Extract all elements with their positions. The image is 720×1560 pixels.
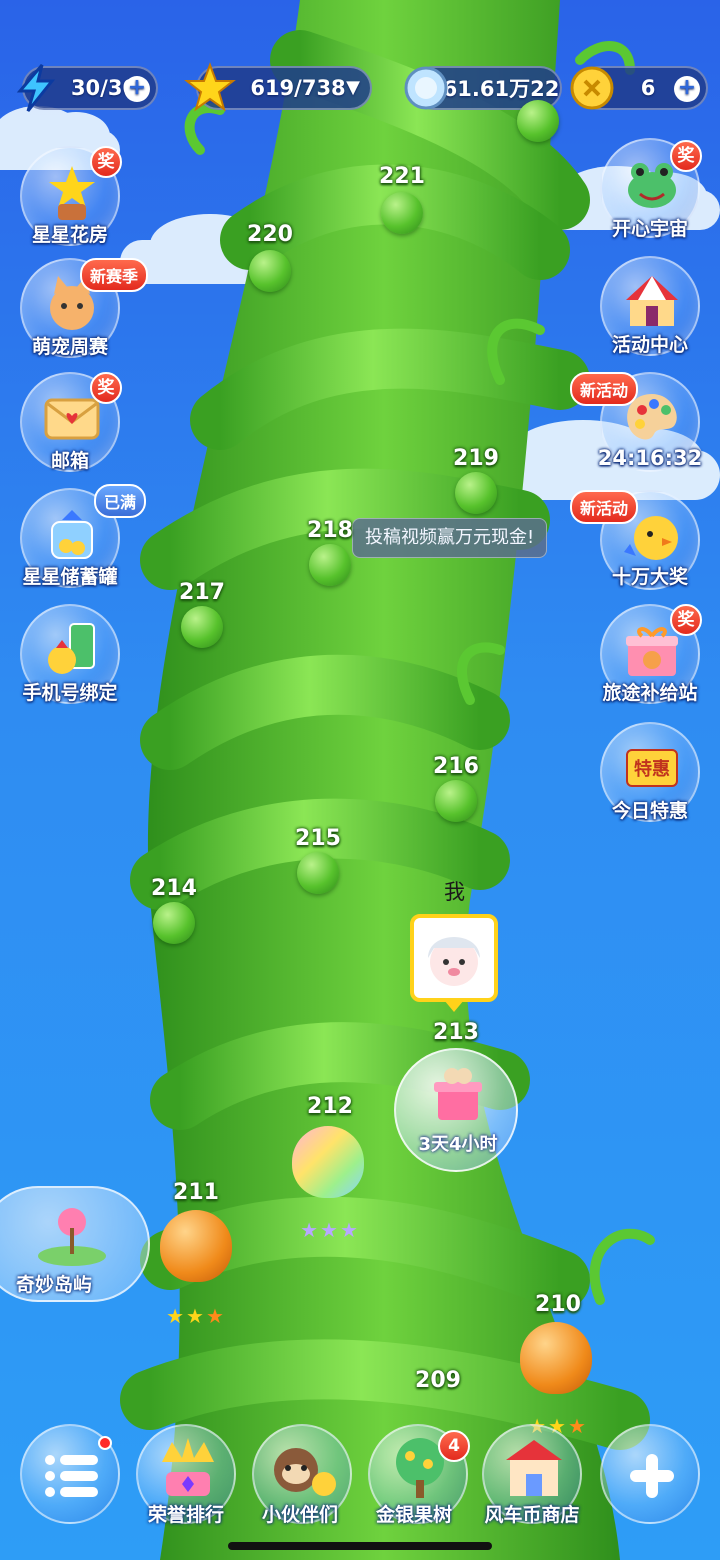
player-name: 我 <box>444 880 465 904</box>
expand-button[interactable] <box>600 1424 700 1524</box>
star-value: 619/738 <box>250 76 346 100</box>
plus-icon <box>630 1454 674 1498</box>
gift-pot-icon <box>434 1068 482 1120</box>
island-label: 奇妙岛屿 <box>16 1274 93 1296</box>
activity-center-label: 活动中心 <box>611 334 688 356</box>
level-node[interactable] <box>435 780 477 822</box>
reward-badge: 奖 <box>90 372 122 404</box>
level-label: 215 <box>295 826 341 851</box>
level-label: 209 <box>415 1368 461 1393</box>
level-label: 214 <box>151 876 197 901</box>
orange-fruit-node[interactable] <box>160 1210 232 1282</box>
level-node[interactable] <box>297 852 339 894</box>
level-node[interactable] <box>455 472 497 514</box>
level-label: 217 <box>179 580 225 605</box>
level-node[interactable] <box>181 606 223 648</box>
phone-icon <box>48 623 95 674</box>
notification-dot <box>98 1436 112 1450</box>
reward-badge: 奖 <box>90 146 122 178</box>
island-icon <box>38 1208 106 1266</box>
reward-badge: 奖 <box>670 140 702 172</box>
new-activity-badge: 新活动 <box>570 490 639 524</box>
avatar-icon <box>428 937 480 986</box>
level-label: 216 <box>433 754 479 779</box>
crown-icon <box>162 1438 214 1496</box>
level-node[interactable] <box>249 250 291 292</box>
chevron-down-icon[interactable]: ▼ <box>346 77 360 98</box>
phone-bind-label: 手机号绑定 <box>22 682 118 704</box>
mailbox-label: 邮箱 <box>50 450 89 472</box>
raccoon-icon <box>274 1448 336 1496</box>
player-avatar[interactable] <box>410 914 498 1002</box>
full-badge: 已满 <box>94 484 147 518</box>
main-menu-button[interactable] <box>20 1424 120 1524</box>
windmill-shop-label: 风车币商店 <box>484 1504 580 1526</box>
circus-tent-icon <box>626 276 678 326</box>
pet-weekly-label: 萌宠周赛 <box>31 336 108 358</box>
orange-fruit-node[interactable] <box>520 1322 592 1394</box>
level-stars: ★★★ <box>166 1304 226 1328</box>
level-label: 212 <box>307 1094 353 1119</box>
travel-supply-label: 旅途补给站 <box>602 682 698 704</box>
new-season-badge: 新赛季 <box>80 258 149 292</box>
level-node[interactable] <box>517 100 559 142</box>
star-counter[interactable]: 619/738 ▼ <box>184 62 372 112</box>
deal-sign: 特惠 <box>626 749 678 787</box>
current-level-bubble[interactable]: 3天4小时 <box>394 1048 518 1172</box>
island-button[interactable]: 奇妙岛屿 <box>0 1186 150 1302</box>
level-label: 221 <box>379 164 425 189</box>
home-indicator[interactable] <box>228 1542 492 1550</box>
big-prize-label: 十万大奖 <box>611 566 688 588</box>
level-stars: ★★★ <box>300 1218 360 1242</box>
avatar-pointer <box>444 1000 464 1012</box>
level-node[interactable] <box>381 192 423 234</box>
crystal-coin-icon <box>400 62 452 114</box>
lightning-icon <box>10 62 62 114</box>
happy-universe-label: 开心宇宙 <box>611 218 688 240</box>
gold-value: 6 <box>640 76 656 100</box>
energy-counter[interactable]: 30/30 + <box>16 64 158 112</box>
level-timer: 3天4小时 <box>418 1134 498 1155</box>
level-label: 219 <box>453 446 499 471</box>
list-menu-icon <box>45 1455 98 1497</box>
add-gold-button[interactable]: + <box>674 76 700 102</box>
add-energy-button[interactable]: + <box>124 76 150 102</box>
gold-counter[interactable]: 6 + <box>570 66 708 110</box>
count-badge: 4 <box>438 1430 470 1462</box>
gold-coin-icon <box>566 62 618 114</box>
deal-shop-icon: 特惠 <box>620 736 684 800</box>
new-activity-badge: 新活动 <box>570 372 639 406</box>
shop-icon <box>506 1440 562 1496</box>
level-label: 218 <box>307 518 353 543</box>
reward-badge: 奖 <box>670 604 702 636</box>
level-label: 211 <box>173 1180 219 1205</box>
daily-deal-label: 今日特惠 <box>611 800 688 822</box>
activity-countdown: 24:16:32 <box>597 446 703 470</box>
treasure-jar-icon <box>51 510 93 559</box>
level-label: 213 <box>433 1020 479 1045</box>
level-node[interactable] <box>153 902 195 944</box>
star-piggybank-label: 星星储蓄罐 <box>22 566 118 588</box>
star-icon <box>184 62 236 114</box>
rainbow-fruit-node[interactable] <box>292 1126 364 1198</box>
star-garden-label: 星星花房 <box>31 224 108 246</box>
level-label: 210 <box>535 1292 581 1317</box>
submit-video-tooltip[interactable]: 投稿视频赢万元现金! <box>352 518 548 558</box>
level-label: 220 <box>247 222 293 247</box>
level-node[interactable] <box>309 544 351 586</box>
